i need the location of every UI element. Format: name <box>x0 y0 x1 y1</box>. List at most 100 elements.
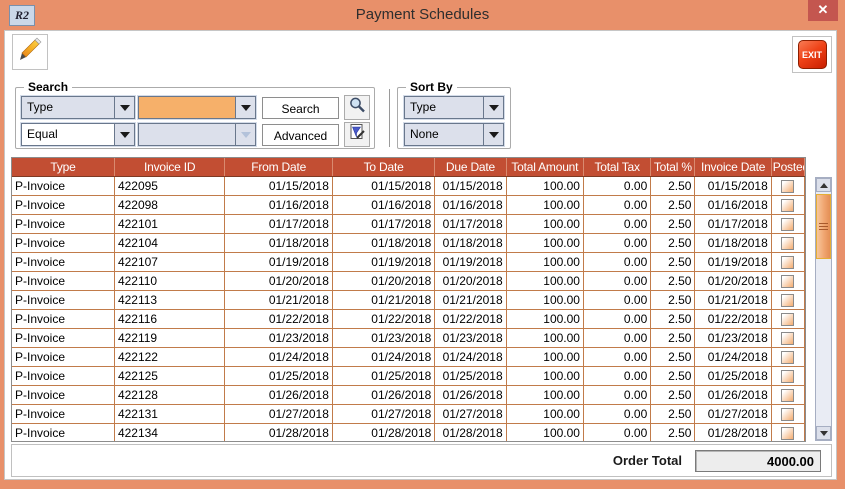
chevron-down-icon[interactable] <box>114 124 134 145</box>
scrollbar-thumb[interactable] <box>816 194 831 259</box>
cell-to_date: 01/21/2018 <box>332 291 434 310</box>
cell-invoice_id: 422101 <box>114 215 224 234</box>
scroll-up-button[interactable] <box>816 178 831 192</box>
column-header-total_amount[interactable]: Total Amount <box>506 158 583 177</box>
posted-checkbox[interactable] <box>781 256 794 269</box>
cell-posted <box>771 291 804 310</box>
cell-invoice_id: 422113 <box>114 291 224 310</box>
posted-checkbox[interactable] <box>781 408 794 421</box>
sort-secondary-select[interactable]: None <box>404 123 504 146</box>
cell-from_date: 01/26/2018 <box>225 386 332 405</box>
posted-checkbox[interactable] <box>781 370 794 383</box>
cell-invoice_date: 01/15/2018 <box>695 177 771 196</box>
column-header-due_date[interactable]: Due Date <box>435 158 506 177</box>
posted-checkbox[interactable] <box>781 237 794 250</box>
schedule-table: TypeInvoice IDFrom DateTo DateDue DateTo… <box>12 158 805 442</box>
cell-due_date: 01/27/2018 <box>435 405 506 424</box>
chevron-down-icon <box>235 124 255 145</box>
close-button[interactable]: ✕ <box>808 0 838 21</box>
posted-checkbox[interactable] <box>781 294 794 307</box>
posted-checkbox[interactable] <box>781 427 794 440</box>
cell-posted <box>771 215 804 234</box>
chevron-down-icon[interactable] <box>483 97 503 118</box>
cell-total_tax: 0.00 <box>583 291 650 310</box>
cell-total_tax: 0.00 <box>583 196 650 215</box>
table-row[interactable]: P-Invoice42213401/28/201801/28/201801/28… <box>12 424 805 443</box>
cell-total_pct: 2.50 <box>651 215 695 234</box>
posted-checkbox[interactable] <box>781 218 794 231</box>
table-row[interactable]: P-Invoice42210101/17/201801/17/201801/17… <box>12 215 805 234</box>
cell-total_pct: 2.50 <box>651 272 695 291</box>
cell-type: P-Invoice <box>12 386 114 405</box>
column-header-total_pct[interactable]: Total % <box>651 158 695 177</box>
posted-checkbox[interactable] <box>781 351 794 364</box>
search-button[interactable]: Search <box>262 97 339 119</box>
table-row[interactable]: P-Invoice42209501/15/201801/15/201801/15… <box>12 177 805 196</box>
column-header-to_date[interactable]: To Date <box>332 158 434 177</box>
exit-button[interactable]: EXIT <box>792 36 832 73</box>
column-header-total_tax[interactable]: Total Tax <box>583 158 650 177</box>
cell-due_date: 01/16/2018 <box>435 196 506 215</box>
search-operator-select[interactable]: Equal <box>21 123 135 146</box>
column-header-from_date[interactable]: From Date <box>225 158 332 177</box>
column-header-type[interactable]: Type <box>12 158 114 177</box>
cell-invoice_id: 422095 <box>114 177 224 196</box>
cell-invoice_id: 422134 <box>114 424 224 443</box>
cell-invoice_date: 01/22/2018 <box>695 310 771 329</box>
cell-total_amount: 100.00 <box>506 386 583 405</box>
cell-from_date: 01/18/2018 <box>225 234 332 253</box>
cell-due_date: 01/19/2018 <box>435 253 506 272</box>
table-row[interactable]: P-Invoice42212501/25/201801/25/201801/25… <box>12 367 805 386</box>
pencil-icon <box>17 37 43 68</box>
column-header-posted[interactable]: Posted <box>771 158 804 177</box>
column-header-invoice_date[interactable]: Invoice Date <box>695 158 771 177</box>
chevron-down-icon[interactable] <box>114 97 134 118</box>
posted-checkbox[interactable] <box>781 313 794 326</box>
cell-total_tax: 0.00 <box>583 424 650 443</box>
search-legend: Search <box>24 80 72 94</box>
cell-from_date: 01/19/2018 <box>225 253 332 272</box>
search-criteria-select[interactable] <box>138 96 256 119</box>
cell-type: P-Invoice <box>12 253 114 272</box>
cell-total_pct: 2.50 <box>651 424 695 443</box>
search-field-select[interactable]: Type <box>21 96 135 119</box>
advanced-button[interactable]: Advanced <box>262 124 339 146</box>
cell-total_amount: 100.00 <box>506 310 583 329</box>
search-operator-value: Equal <box>22 124 114 145</box>
cell-total_pct: 2.50 <box>651 348 695 367</box>
sort-primary-select[interactable]: Type <box>404 96 504 119</box>
cell-posted <box>771 348 804 367</box>
vertical-scrollbar[interactable] <box>815 177 832 441</box>
cell-posted <box>771 405 804 424</box>
posted-checkbox[interactable] <box>781 332 794 345</box>
cell-total_amount: 100.00 <box>506 329 583 348</box>
table-row[interactable]: P-Invoice42211301/21/201801/21/201801/21… <box>12 291 805 310</box>
table-row[interactable]: P-Invoice42210701/19/201801/19/201801/19… <box>12 253 805 272</box>
cell-type: P-Invoice <box>12 329 114 348</box>
cell-type: P-Invoice <box>12 177 114 196</box>
table-row[interactable]: P-Invoice42210401/18/201801/18/201801/18… <box>12 234 805 253</box>
posted-checkbox[interactable] <box>781 180 794 193</box>
posted-checkbox[interactable] <box>781 199 794 212</box>
posted-checkbox[interactable] <box>781 389 794 402</box>
edit-button[interactable] <box>12 34 48 70</box>
table-row[interactable]: P-Invoice42212201/24/201801/24/201801/24… <box>12 348 805 367</box>
table-row[interactable]: P-Invoice42211601/22/201801/22/201801/22… <box>12 310 805 329</box>
advanced-search-button[interactable] <box>344 122 370 147</box>
column-header-invoice_id[interactable]: Invoice ID <box>114 158 224 177</box>
sort-secondary-value: None <box>405 124 483 145</box>
cell-total_pct: 2.50 <box>651 329 695 348</box>
posted-checkbox[interactable] <box>781 275 794 288</box>
table-row[interactable]: P-Invoice42213101/27/201801/27/201801/27… <box>12 405 805 424</box>
cell-type: P-Invoice <box>12 310 114 329</box>
search-magnifier-button[interactable] <box>344 95 370 120</box>
table-row[interactable]: P-Invoice42211001/20/201801/20/201801/20… <box>12 272 805 291</box>
table-row[interactable]: P-Invoice42211901/23/201801/23/201801/23… <box>12 329 805 348</box>
cell-total_amount: 100.00 <box>506 234 583 253</box>
table-row[interactable]: P-Invoice42209801/16/201801/16/201801/16… <box>12 196 805 215</box>
scroll-down-button[interactable] <box>816 426 831 440</box>
cell-to_date: 01/15/2018 <box>332 177 434 196</box>
chevron-down-icon[interactable] <box>235 97 255 118</box>
chevron-down-icon[interactable] <box>483 124 503 145</box>
table-row[interactable]: P-Invoice42212801/26/201801/26/201801/26… <box>12 386 805 405</box>
